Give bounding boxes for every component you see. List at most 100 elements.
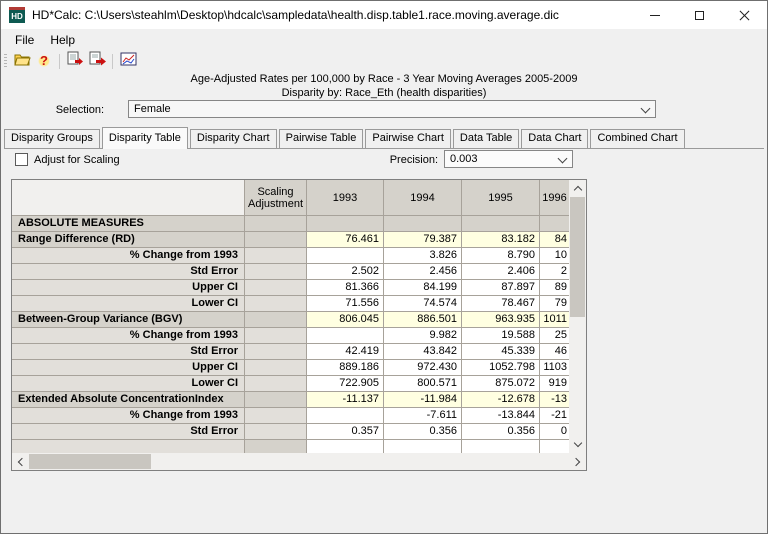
scroll-right-icon	[572, 457, 580, 465]
table-header-row: Scaling Adjustment1993199419951996	[12, 180, 586, 216]
partial-cell	[384, 440, 462, 453]
table-cell: 46	[540, 344, 569, 360]
table-row: Lower CI722.905800.571875.072919	[12, 376, 586, 392]
tab-data-chart[interactable]: Data Chart	[521, 129, 588, 148]
scroll-left-button[interactable]	[12, 453, 29, 470]
table-row: Std Error2.5022.4562.4062	[12, 264, 586, 280]
table-cell: 84.199	[384, 280, 462, 296]
scaling-adjustment-cell	[245, 328, 307, 344]
table-cell: -7.611	[384, 408, 462, 424]
minimize-icon	[650, 15, 660, 16]
table-cell: -11.984	[384, 392, 462, 408]
row-label: Std Error	[12, 424, 245, 440]
menu-item-file[interactable]: File	[7, 30, 42, 50]
table-cell: 963.935	[462, 312, 540, 328]
table-cell: 78.467	[462, 296, 540, 312]
tab-pairwise-table[interactable]: Pairwise Table	[279, 129, 364, 148]
table-cell: 76.461	[307, 232, 384, 248]
help-button[interactable]: ?	[33, 52, 55, 70]
tab-combined-chart[interactable]: Combined Chart	[590, 129, 684, 148]
scaling-adjustment-cell	[245, 312, 307, 328]
maximize-button[interactable]	[677, 1, 722, 29]
scaling-adjustment-cell	[245, 296, 307, 312]
row-label: Between-Group Variance (BGV)	[12, 312, 245, 328]
table-row: Between-Group Variance (BGV)806.045886.5…	[12, 312, 586, 328]
maximize-icon	[695, 11, 704, 20]
table-cell	[540, 216, 569, 232]
disparity-table: Scaling Adjustment1993199419951996ABSOLU…	[11, 179, 587, 471]
scroll-up-button[interactable]	[569, 180, 586, 197]
precision-value: 0.003	[450, 153, 478, 165]
table-cell: 19.588	[462, 328, 540, 344]
chart-view-button[interactable]	[117, 52, 139, 70]
column-header-label: 1993	[333, 192, 357, 204]
row-label: Upper CI	[12, 280, 245, 296]
partial-cell	[462, 440, 540, 453]
export-file-button[interactable]	[64, 52, 86, 70]
row-label: Range Difference (RD)	[12, 232, 245, 248]
row-label: ABSOLUTE MEASURES	[12, 216, 245, 232]
menu-item-help[interactable]: Help	[42, 30, 83, 50]
tabstrip: Disparity GroupsDisparity TableDisparity…	[4, 127, 764, 149]
horizontal-scrollbar-thumb[interactable]	[29, 454, 151, 469]
open-file-icon	[14, 52, 31, 71]
selection-value: Female	[134, 103, 171, 115]
close-button[interactable]	[722, 1, 767, 29]
adjust-for-scaling-checkbox[interactable]	[15, 153, 28, 166]
scroll-down-icon	[573, 439, 581, 447]
toolbar-separator	[59, 54, 60, 69]
table-cell: 87.897	[462, 280, 540, 296]
table-cell: 89	[540, 280, 569, 296]
minimize-button[interactable]	[632, 1, 677, 29]
table-cell: 0.356	[384, 424, 462, 440]
open-file-button[interactable]	[11, 52, 33, 70]
table-cell: -11.137	[307, 392, 384, 408]
row-label: Lower CI	[12, 376, 245, 392]
table-row: % Change from 19939.98219.58825	[12, 328, 586, 344]
table-cell: 2.502	[307, 264, 384, 280]
table-cell	[307, 328, 384, 344]
precision-label: Precision:	[374, 154, 438, 166]
tab-data-table[interactable]: Data Table	[453, 129, 519, 148]
vertical-scrollbar-thumb[interactable]	[570, 197, 585, 317]
table-row: % Change from 19933.8268.79010	[12, 248, 586, 264]
export-run-button[interactable]	[86, 52, 108, 70]
scaling-adjustment-cell	[245, 216, 307, 232]
tab-pairwise-chart[interactable]: Pairwise Chart	[365, 129, 451, 148]
vertical-scrollbar[interactable]	[569, 180, 586, 453]
toolbar: ?	[1, 51, 767, 71]
horizontal-scrollbar[interactable]	[12, 453, 586, 470]
table-row: Upper CI889.186972.4301052.7981103	[12, 360, 586, 376]
column-header: 1996	[540, 180, 569, 216]
column-header-label: 1995	[488, 192, 512, 204]
window-controls	[632, 1, 767, 29]
table-cell: -12.678	[462, 392, 540, 408]
precision-dropdown[interactable]: 0.003	[444, 150, 573, 168]
partial-row	[12, 440, 586, 453]
scroll-down-button[interactable]	[569, 436, 586, 453]
row-label: % Change from 1993	[12, 328, 245, 344]
tab-disparity-table[interactable]: Disparity Table	[102, 127, 188, 149]
table-cell: -13.844	[462, 408, 540, 424]
column-header: 1995	[462, 180, 540, 216]
help-icon: ?	[37, 54, 51, 68]
table-cell: 8.790	[462, 248, 540, 264]
tab-disparity-chart[interactable]: Disparity Chart	[190, 129, 277, 148]
report-subtitle: Disparity by: Race_Eth (health dispariti…	[1, 87, 767, 99]
scaling-adjustment-cell	[245, 232, 307, 248]
toolbar-grip	[4, 54, 7, 68]
scroll-right-button[interactable]	[569, 453, 586, 470]
table-cell: 9.982	[384, 328, 462, 344]
table-cell: 43.842	[384, 344, 462, 360]
scaling-adjustment-cell	[245, 264, 307, 280]
table-cell: -21	[540, 408, 569, 424]
tab-disparity-groups[interactable]: Disparity Groups	[4, 129, 100, 148]
column-header: 1993	[307, 180, 384, 216]
row-label: Upper CI	[12, 360, 245, 376]
table-cell: 919	[540, 376, 569, 392]
table-cell	[462, 216, 540, 232]
selection-dropdown[interactable]: Female	[128, 100, 656, 118]
table-row: Lower CI71.55674.57478.46779	[12, 296, 586, 312]
column-header-label: 1994	[410, 192, 434, 204]
row-label: Std Error	[12, 344, 245, 360]
